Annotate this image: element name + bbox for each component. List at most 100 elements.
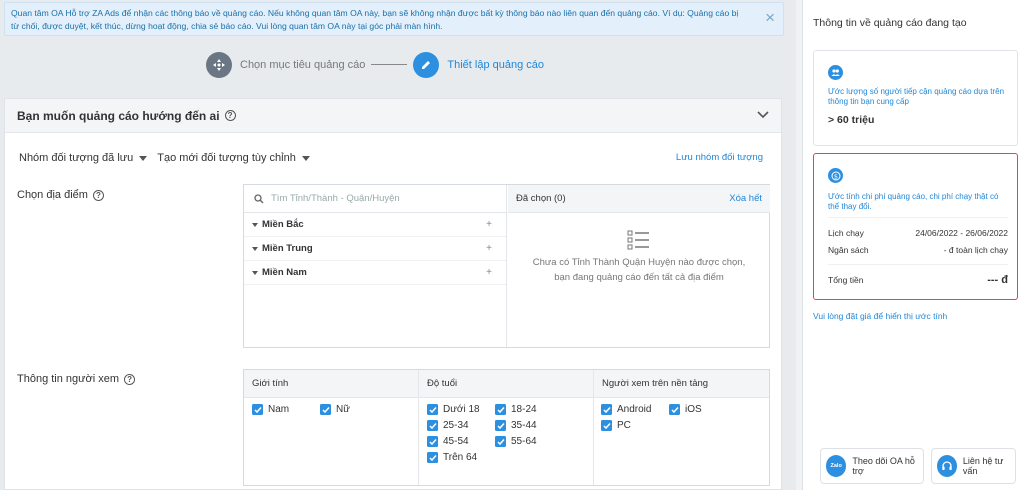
cost-estimate-card: $ Ước tính chi phí quảng cáo, chi phí ch… bbox=[813, 153, 1018, 300]
schedule-row: Lịch chạy 24/06/2022 - 26/06/2022 bbox=[828, 228, 1008, 238]
platform-label: PC bbox=[617, 420, 631, 431]
platform-column: Người xem trên nền tảng Android iOS PC bbox=[594, 370, 769, 485]
search-placeholder: Tìm Tỉnh/Thành - Quận/Huyện bbox=[271, 193, 400, 204]
checkbox-platform[interactable]: iOS bbox=[669, 404, 702, 415]
help-icon[interactable]: ? bbox=[92, 189, 104, 201]
checkbox-age[interactable]: Dưới 18 bbox=[427, 404, 480, 415]
checkbox-checked-icon bbox=[495, 420, 506, 431]
checkbox-age[interactable]: 55-64 bbox=[495, 436, 537, 447]
chevron-down-icon[interactable] bbox=[757, 111, 769, 119]
create-audience-dropdown[interactable]: Tạo mới đối tượng tùy chỉnh bbox=[157, 152, 310, 164]
clear-all-link[interactable]: Xóa hết bbox=[729, 193, 762, 204]
add-icon[interactable]: + bbox=[486, 219, 492, 230]
help-icon[interactable]: ? bbox=[124, 373, 136, 385]
viewer-label: Thông tin người xem bbox=[17, 373, 120, 385]
contact-button-label: Liên hệ tư vấn bbox=[962, 456, 1004, 476]
zalo-icon: Zalo bbox=[826, 455, 847, 477]
total-label: Tổng tiền bbox=[828, 275, 864, 285]
expand-icon[interactable] bbox=[252, 246, 258, 251]
age-label: 25-34 bbox=[443, 420, 469, 431]
checkbox-age[interactable]: 35-44 bbox=[495, 420, 537, 431]
checkbox-checked-icon bbox=[601, 404, 612, 415]
age-label: Dưới 18 bbox=[443, 404, 480, 415]
budget-value: - đ toàn lịch chạy bbox=[943, 245, 1008, 255]
add-icon[interactable]: + bbox=[486, 267, 492, 278]
help-icon[interactable]: ? bbox=[224, 110, 236, 121]
gender-label: Nữ bbox=[336, 404, 350, 415]
checklist-icon bbox=[627, 230, 649, 250]
divider bbox=[828, 264, 1008, 265]
checkbox-checked-icon bbox=[427, 404, 438, 415]
checkbox-checked-icon bbox=[427, 436, 438, 447]
svg-text:$: $ bbox=[833, 172, 837, 180]
checkbox-age[interactable]: 45-54 bbox=[427, 436, 469, 447]
step-divider bbox=[371, 64, 408, 65]
checkbox-female[interactable]: Nữ bbox=[320, 404, 350, 415]
step-label: Thiết lập quảng cáo bbox=[447, 58, 545, 71]
audience-toolbar: Nhóm đối tượng đã lưu Tạo mới đối tượng … bbox=[19, 152, 320, 164]
region-label: Miền Bắc bbox=[262, 219, 304, 230]
target-icon bbox=[206, 51, 232, 78]
viewer-info-table: Giới tính Nam Nữ Độ tuổi Dưới 18 18-24 2… bbox=[243, 369, 770, 486]
selected-header: Đã chọn (0) Xóa hết bbox=[508, 185, 770, 213]
close-icon[interactable]: × bbox=[765, 9, 775, 26]
region-item[interactable]: Miền Nam + bbox=[244, 261, 506, 285]
gender-column: Giới tính Nam Nữ bbox=[244, 370, 419, 485]
search-icon bbox=[254, 193, 264, 203]
schedule-label: Lịch chạy bbox=[828, 228, 864, 238]
saved-audience-label: Nhóm đối tượng đã lưu bbox=[19, 152, 134, 164]
checkbox-checked-icon bbox=[495, 436, 506, 447]
headset-icon bbox=[937, 455, 957, 477]
age-label: 55-64 bbox=[511, 436, 537, 447]
region-label: Miền Nam bbox=[262, 267, 307, 278]
expand-icon[interactable] bbox=[252, 270, 258, 275]
selected-locations-panel: Đã chọn (0) Xóa hết Chưa có Tỉnh Thành Q… bbox=[508, 185, 770, 347]
checkbox-age[interactable]: Trên 64 bbox=[427, 452, 477, 463]
schedule-value: 24/06/2022 - 26/06/2022 bbox=[915, 228, 1008, 238]
checkbox-age[interactable]: 25-34 bbox=[427, 420, 469, 431]
follow-oa-button[interactable]: Zalo Theo dõi OA hỗ trợ bbox=[820, 448, 924, 484]
age-label: Trên 64 bbox=[443, 452, 478, 463]
region-item[interactable]: Miền Bắc + bbox=[244, 213, 506, 237]
budget-row: Ngân sách - đ toàn lịch chạy bbox=[828, 245, 1008, 255]
platform-label: Android bbox=[617, 404, 652, 415]
gender-header: Giới tính bbox=[244, 370, 418, 398]
step-setup-ad[interactable]: Thiết lập quảng cáo bbox=[413, 51, 545, 78]
expand-icon[interactable] bbox=[252, 222, 258, 227]
dollar-icon: $ bbox=[828, 168, 843, 183]
contact-button[interactable]: Liên hệ tư vấn bbox=[931, 448, 1016, 484]
checkbox-age[interactable]: 18-24 bbox=[495, 404, 537, 415]
region-item[interactable]: Miền Trung + bbox=[244, 237, 506, 261]
checkbox-platform[interactable]: Android bbox=[601, 404, 651, 415]
location-label: Chọn địa điểm bbox=[17, 189, 88, 201]
pencil-icon bbox=[413, 51, 440, 78]
checkbox-checked-icon bbox=[601, 420, 612, 431]
audience-icon bbox=[828, 65, 843, 80]
audience-card-header[interactable]: Bạn muốn quảng cáo hướng đến ai ? bbox=[5, 99, 781, 133]
checkbox-checked-icon bbox=[427, 420, 438, 431]
selected-count: Đã chọn (0) bbox=[516, 193, 566, 204]
audience-card: Bạn muốn quảng cáo hướng đến ai ? Nhóm đ… bbox=[4, 98, 782, 490]
step-indicator: Chọn mục tiêu quảng cáo Thiết lập quảng … bbox=[206, 51, 544, 78]
age-header: Độ tuổi bbox=[419, 370, 593, 398]
notice-text: Quan tâm OA Hỗ trợ ZA Ads để nhận các th… bbox=[11, 8, 739, 31]
save-group-link[interactable]: Lưu nhóm đối tượng bbox=[676, 152, 763, 163]
location-list-panel: Tìm Tỉnh/Thành - Quận/Huyện Miền Bắc + M… bbox=[244, 185, 507, 347]
checkbox-male[interactable]: Nam bbox=[252, 404, 289, 415]
region-label: Miền Trung bbox=[262, 243, 313, 254]
summary-title: Thông tin về quảng cáo đang tạo bbox=[813, 17, 967, 29]
caret-down-icon bbox=[139, 155, 148, 161]
create-audience-label: Tạo mới đối tượng tùy chỉnh bbox=[157, 152, 296, 164]
caret-down-icon bbox=[301, 155, 310, 161]
viewer-label-row: Thông tin người xem ? bbox=[17, 373, 136, 385]
follow-button-label: Theo dõi OA hỗ trợ bbox=[852, 456, 915, 476]
add-icon[interactable]: + bbox=[486, 243, 492, 254]
age-label: 35-44 bbox=[511, 420, 537, 431]
saved-audience-dropdown[interactable]: Nhóm đối tượng đã lưu bbox=[19, 152, 148, 164]
section-title: Bạn muốn quảng cáo hướng đến ai bbox=[17, 108, 220, 123]
age-label: 45-54 bbox=[443, 436, 469, 447]
checkbox-platform[interactable]: PC bbox=[601, 420, 631, 431]
step-choose-objective[interactable]: Chọn mục tiêu quảng cáo bbox=[206, 51, 365, 78]
platform-header: Người xem trên nền tảng bbox=[594, 370, 769, 398]
location-search-input[interactable]: Tìm Tỉnh/Thành - Quận/Huyện bbox=[244, 185, 506, 213]
